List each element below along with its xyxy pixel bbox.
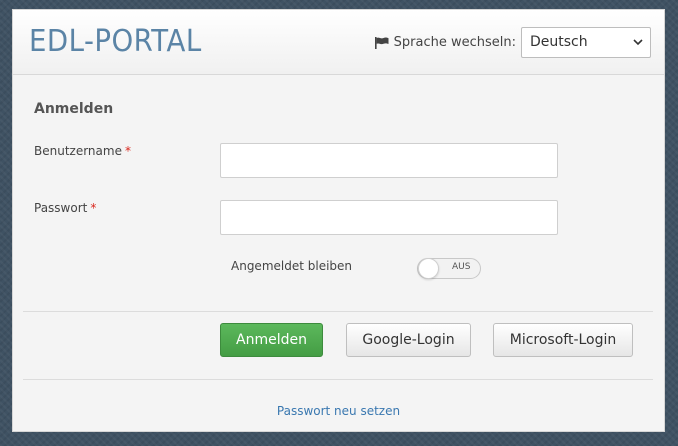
form-title: Anmelden bbox=[34, 101, 114, 117]
header: EDL-PORTAL Sprache wechseln: Deutsch bbox=[13, 10, 664, 75]
username-input[interactable] bbox=[220, 143, 558, 178]
reset-password-link-text[interactable]: Passwort neu setzen bbox=[277, 404, 400, 418]
language-select[interactable]: Deutsch bbox=[521, 27, 651, 58]
username-label: Benutzername * bbox=[34, 144, 131, 158]
reset-password-link: Passwort neu setzen bbox=[13, 404, 664, 418]
language-selected-value: Deutsch bbox=[530, 34, 588, 50]
username-label-text: Benutzername bbox=[34, 144, 122, 158]
toggle-knob bbox=[418, 258, 439, 279]
language-switcher: Sprache wechseln: Deutsch bbox=[374, 27, 651, 58]
microsoft-login-button[interactable]: Microsoft-Login bbox=[493, 323, 633, 357]
language-label: Sprache wechseln: bbox=[393, 35, 516, 50]
password-input[interactable] bbox=[220, 200, 558, 235]
toggle-state-text: AUS bbox=[452, 262, 471, 272]
chevron-down-icon bbox=[633, 39, 643, 46]
login-button[interactable]: Anmelden bbox=[220, 323, 323, 357]
password-label: Passwort * bbox=[34, 201, 96, 215]
divider bbox=[23, 311, 653, 312]
required-marker: * bbox=[90, 201, 97, 215]
login-panel: EDL-PORTAL Sprache wechseln: Deutsch Anm… bbox=[12, 9, 665, 432]
google-login-button[interactable]: Google-Login bbox=[346, 323, 471, 357]
flag-icon bbox=[374, 36, 389, 49]
remember-label: Angemeldet bleiben bbox=[231, 259, 353, 273]
remember-toggle[interactable]: AUS bbox=[417, 258, 481, 279]
required-marker: * bbox=[124, 144, 131, 158]
divider bbox=[23, 379, 653, 380]
password-label-text: Passwort bbox=[34, 201, 88, 215]
brand-title: EDL-PORTAL bbox=[29, 24, 202, 59]
